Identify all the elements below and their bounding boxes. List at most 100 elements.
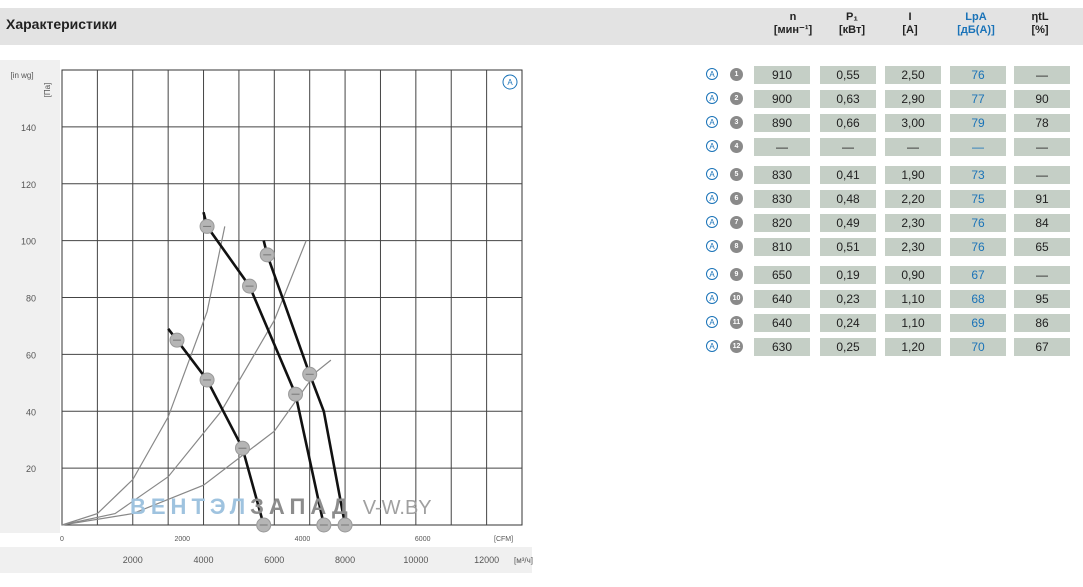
table-row: A 12 630 0,25 1,20 70 67 — [700, 338, 1080, 356]
cell-p1: 0,63 — [820, 90, 876, 108]
table-row: A 7 820 0,49 2,30 76 84 — [700, 214, 1080, 232]
x-tick-label: 10000 — [403, 555, 428, 565]
table-row: A 6 830 0,48 2,20 75 91 — [700, 190, 1080, 208]
y-tick-label: 60 — [26, 350, 36, 360]
cell-p1: 0,19 — [820, 266, 876, 284]
row-number-badge: 4 — [730, 140, 743, 153]
cell-p1: 0,41 — [820, 166, 876, 184]
cell-i: 2,20 — [885, 190, 941, 208]
cell-eta: 91 — [1014, 190, 1070, 208]
chart-badge-label: A — [507, 78, 513, 87]
cell-i: 2,30 — [885, 238, 941, 256]
cell-i: 1,10 — [885, 290, 941, 308]
table-row: A 10 640 0,23 1,10 68 95 — [700, 290, 1080, 308]
y-tick-label: 40 — [26, 407, 36, 417]
cell-n: 900 — [754, 90, 810, 108]
cell-lpa: 77 — [950, 90, 1006, 108]
cell-n: 810 — [754, 238, 810, 256]
column-label: LpA — [965, 11, 987, 23]
cell-i: 1,10 — [885, 314, 941, 332]
mark-badge: A — [706, 116, 718, 128]
cell-n: 890 — [754, 114, 810, 132]
y-tick-label: 80 — [26, 294, 36, 304]
cell-i: 0,90 — [885, 266, 941, 284]
table-row: A 4 — — — — — — [700, 138, 1080, 156]
column-header-n: n [мин⁻¹] — [763, 11, 823, 37]
mark-badge: A — [706, 316, 718, 328]
page-title: Характеристики — [6, 16, 118, 32]
mark-badge: A — [706, 240, 718, 252]
cell-lpa: 68 — [950, 290, 1006, 308]
cell-n: 640 — [754, 290, 810, 308]
table-row: A 5 830 0,41 1,90 73 — — [700, 166, 1080, 184]
cell-n: — — [754, 138, 810, 156]
cell-p1: — — [820, 138, 876, 156]
table-row: A 3 890 0,66 3,00 79 78 — [700, 114, 1080, 132]
cell-p1: 0,24 — [820, 314, 876, 332]
watermark-part2: ЗАПАД — [250, 494, 353, 519]
cell-lpa: 75 — [950, 190, 1006, 208]
table-row: A 1 910 0,55 2,50 76 — — [700, 66, 1080, 84]
cell-n: 630 — [754, 338, 810, 356]
row-number-badge: 5 — [730, 168, 743, 181]
cell-i: 2,30 — [885, 214, 941, 232]
row-number-badge: 6 — [730, 192, 743, 205]
cell-lpa: 76 — [950, 238, 1006, 256]
cell-eta: 84 — [1014, 214, 1070, 232]
cell-n: 830 — [754, 190, 810, 208]
y-axis-label: [Па] — [43, 83, 52, 98]
cell-i: 3,00 — [885, 114, 941, 132]
row-number-badge: 12 — [730, 340, 743, 353]
x-tick-label: 2000 — [123, 555, 143, 565]
cell-i: 2,50 — [885, 66, 941, 84]
cell-lpa: 67 — [950, 266, 1006, 284]
column-header-p1: P₁ [кВт] — [822, 11, 882, 37]
cell-n: 830 — [754, 166, 810, 184]
y-tick-label: 140 — [21, 123, 36, 133]
cell-lpa: 70 — [950, 338, 1006, 356]
column-unit: [A] — [902, 24, 918, 36]
mark-badge: A — [706, 340, 718, 352]
mark-badge: A — [706, 92, 718, 104]
cell-eta: 65 — [1014, 238, 1070, 256]
cell-lpa: — — [950, 138, 1006, 156]
column-unit: [кВт] — [838, 24, 866, 36]
cell-lpa: 76 — [950, 66, 1006, 84]
cell-p1: 0,48 — [820, 190, 876, 208]
cfm-tick-label: 2000 — [174, 536, 190, 543]
cell-eta: — — [1014, 138, 1070, 156]
cell-eta: 78 — [1014, 114, 1070, 132]
column-label: P₁ — [846, 11, 858, 23]
column-label: ηtL — [1031, 11, 1049, 23]
cell-eta: — — [1014, 166, 1070, 184]
cell-p1: 0,66 — [820, 114, 876, 132]
mark-badge: A — [706, 140, 718, 152]
cell-eta: 95 — [1014, 290, 1070, 308]
row-number-badge: 1 — [730, 68, 743, 81]
cell-n: 640 — [754, 314, 810, 332]
row-number-badge: 3 — [730, 116, 743, 129]
column-header-lpa: LpA [дБ(A)] — [946, 11, 1006, 37]
y-tick-label: 20 — [26, 464, 36, 474]
watermark-part3: V-W.BY — [362, 497, 432, 519]
watermark: ВЕНТЭЛЗАПАД V-W.BY — [130, 494, 432, 520]
cell-i: — — [885, 138, 941, 156]
table-row: A 11 640 0,24 1,10 69 86 — [700, 314, 1080, 332]
row-number-badge: 11 — [730, 316, 743, 329]
x-tick-label: 4000 — [194, 555, 214, 565]
cell-eta: 90 — [1014, 90, 1070, 108]
column-label: I — [908, 11, 912, 23]
row-number-badge: 7 — [730, 216, 743, 229]
cfm-tick-label: 0 — [60, 536, 64, 543]
cell-n: 910 — [754, 66, 810, 84]
cell-lpa: 69 — [950, 314, 1006, 332]
table-row: A 8 810 0,51 2,30 76 65 — [700, 238, 1080, 256]
y-axis-label-inwg: [in wg] — [10, 71, 33, 80]
cell-p1: 0,49 — [820, 214, 876, 232]
cell-eta: 86 — [1014, 314, 1070, 332]
cell-eta: — — [1014, 266, 1070, 284]
mark-badge: A — [706, 292, 718, 304]
x-axis-label: [м³/ч] — [514, 556, 533, 565]
column-label: n — [789, 11, 797, 23]
x-tick-label: 12000 — [474, 555, 499, 565]
